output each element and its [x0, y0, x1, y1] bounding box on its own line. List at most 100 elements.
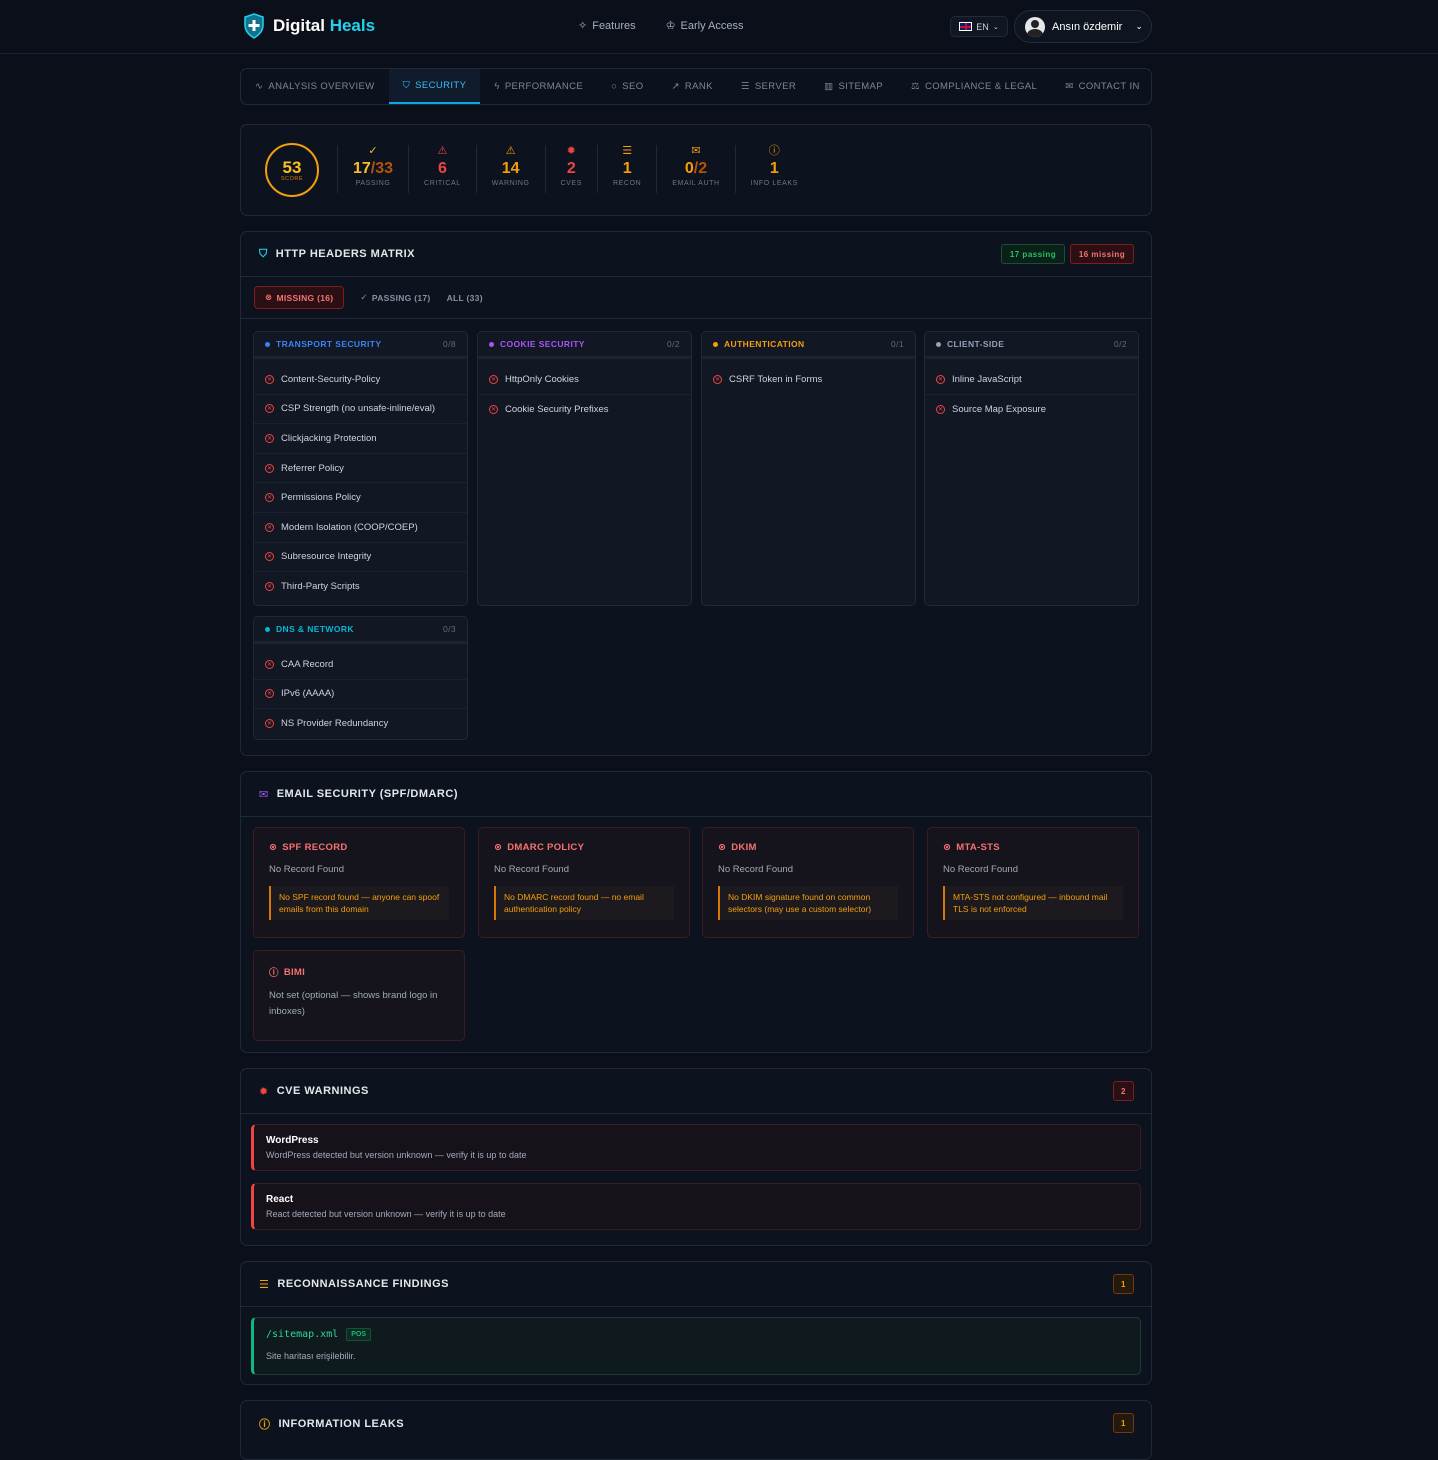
email-record-mta-sts: ⊗ MTA-STS No Record Found MTA-STS not conf… — [927, 827, 1139, 938]
x-circle-icon: ✕ — [265, 552, 274, 562]
score-ring: 53 SCORE — [265, 143, 319, 197]
tab-rank[interactable]: ↗ RANK — [658, 69, 727, 104]
header-check-item[interactable]: ✕ Third-Party Scripts — [254, 572, 467, 602]
stat-icon: ⚠ — [437, 145, 448, 157]
header-check-item[interactable]: ✕ Referrer Policy — [254, 454, 467, 484]
filter-passing[interactable]: ✓ PASSING (17) — [360, 292, 430, 303]
email-security: ✉ EMAIL SECURITY (SPF/DMARC) ⊗ SPF RECORD… — [240, 771, 1152, 1053]
header-group-dns-network: DNS & NETWORK 0/3 ✕ CAA Record ✕ IPv6 (AAAA) ✕… — [253, 616, 468, 740]
header-check-item[interactable]: ✕ Inline JavaScript — [925, 365, 1138, 395]
header-check-item[interactable]: ✕ Cookie Security Prefixes — [478, 395, 691, 425]
nav-features[interactable]: ✧ Features — [578, 19, 636, 33]
x-circle-icon: ✕ — [265, 689, 274, 699]
x-circle-icon: ✕ — [936, 404, 945, 414]
x-circle-icon: ✕ — [265, 374, 274, 384]
stat-icon: ⚠ — [505, 145, 516, 157]
http-headers-matrix: ⛉ HTTP HEADERS MATRIX 17 passing 16 miss… — [240, 231, 1152, 756]
header-check-item[interactable]: ✕ CSRF Token in Forms — [702, 365, 915, 395]
leaks-count-badge: 1 — [1113, 1413, 1134, 1433]
tab-performance[interactable]: ϟ PERFORMANCE — [480, 69, 597, 104]
x-circle-icon: ✕ — [265, 582, 274, 592]
header-check-item[interactable]: ✕ Subresource Integrity — [254, 543, 467, 573]
tab-seo[interactable]: ○ SEO — [597, 69, 657, 104]
stat-icon: ☰ — [622, 145, 633, 157]
section-header: ☰ RECONNAISSANCE FINDINGS 1 — [241, 1262, 1151, 1307]
section-tabs: ∿ ANALYSIS OVERVIEW ⛉ SECURITY ϟ PERFORMANC… — [240, 68, 1152, 105]
x-circle-icon: ✕ — [265, 719, 274, 729]
header-check-item[interactable]: ✕ NS Provider Redundancy — [254, 709, 467, 739]
email-record-dmarc-policy: ⊗ DMARC POLICY No Record Found No DMARC re… — [478, 827, 690, 938]
header-check-item[interactable]: ✕ Modern Isolation (COOP/COEP) — [254, 513, 467, 543]
email-record-spf-record: ⊗ SPF RECORD No Record Found No SPF record… — [253, 827, 465, 938]
tab-server[interactable]: ☰ SERVER — [727, 69, 810, 104]
group-header: CLIENT-SIDE 0/2 — [925, 332, 1138, 359]
info-icon: ⓘ — [259, 1418, 271, 1431]
group-header: AUTHENTICATION 0/1 — [702, 332, 915, 359]
stat-info-leaks: ⓘ 1 INFO LEAKS — [734, 145, 813, 193]
header-check-item[interactable]: ✕ HttpOnly Cookies — [478, 365, 691, 395]
x-circle-icon: ✕ — [265, 659, 274, 669]
filter-missing[interactable]: ⊗ MISSING (16) — [254, 286, 345, 309]
cve-count-badge: 2 — [1113, 1081, 1134, 1101]
tab-sitemap[interactable]: ▥ SITEMAP — [810, 69, 897, 104]
header-check-item[interactable]: ✕ CSP Strength (no unsafe-inline/eval) — [254, 395, 467, 425]
stat-icon: ✓ — [368, 145, 378, 157]
group-header: TRANSPORT SECURITY 0/8 — [254, 332, 467, 359]
sparkles-icon: ✧ — [578, 20, 588, 32]
dot-icon — [265, 341, 270, 347]
tab-contact[interactable]: ✉ CONTACT IN — [1051, 69, 1151, 104]
stat-warning: ⚠ 14 WARNING — [475, 145, 545, 193]
header-group-cookie-security: COOKIE SECURITY 0/2 ✕ HttpOnly Cookies ✕ Cook… — [477, 331, 692, 606]
header-check-item[interactable]: ✕ Content-Security-Policy — [254, 365, 467, 395]
filter-all[interactable]: ALL (33) — [447, 293, 483, 303]
top-nav: ✧ Features ♔ Early Access — [578, 19, 744, 33]
recon-path[interactable]: /sitemap.xml — [266, 1329, 338, 1340]
header-check-item[interactable]: ✕ Permissions Policy — [254, 483, 467, 513]
stat-recon: ☰ 1 RECON — [597, 145, 656, 193]
search-icon: ○ — [611, 81, 618, 92]
email-warning: No DMARC record found — no email authent… — [494, 886, 674, 920]
x-circle-icon: ✕ — [265, 463, 274, 473]
nav-early-access[interactable]: ♔ Early Access — [666, 19, 744, 33]
user-menu[interactable]: Ansın özdemir ⌄ — [1014, 10, 1152, 43]
recon-findings: ☰ RECONNAISSANCE FINDINGS 1 /sitemap.xml… — [240, 1261, 1152, 1385]
recon-count-badge: 1 — [1113, 1274, 1134, 1294]
header-check-item[interactable]: ✕ Source Map Exposure — [925, 395, 1138, 425]
email-warning: No SPF record found — anyone can spoof e… — [269, 886, 449, 920]
x-circle-icon: ⊗ — [265, 292, 273, 302]
x-circle-icon: ✕ — [265, 433, 274, 443]
header-check-item[interactable]: ✕ CAA Record — [254, 650, 467, 680]
section-header: ⛉ HTTP HEADERS MATRIX 17 passing 16 miss… — [241, 232, 1151, 277]
mail-icon: ✉ — [259, 788, 269, 801]
section-header: ✉ EMAIL SECURITY (SPF/DMARC) — [241, 772, 1151, 817]
cve-item: React React detected but version unknown… — [251, 1183, 1141, 1230]
header-group-client-side: CLIENT-SIDE 0/2 ✕ Inline JavaScript ✕ Source … — [924, 331, 1139, 606]
email-record-dkim: ⊗ DKIM No Record Found No DKIM signature f… — [702, 827, 914, 938]
filter-bar: ⊗ MISSING (16) ✓ PASSING (17) ALL (33) — [241, 277, 1151, 319]
stat-icon: ✹ — [566, 145, 576, 157]
dot-icon — [489, 341, 494, 347]
bolt-icon: ϟ — [494, 81, 500, 92]
mail-icon: ✉ — [1065, 81, 1074, 92]
group-header: DNS & NETWORK 0/3 — [254, 617, 467, 644]
avatar — [1025, 16, 1045, 37]
tab-compliance[interactable]: ⚖ COMPLIANCE & LEGAL — [897, 69, 1051, 104]
group-header: COOKIE SECURITY 0/2 — [478, 332, 691, 359]
x-circle-icon: ⊗ — [494, 842, 503, 853]
x-circle-icon: ✕ — [489, 404, 498, 414]
tab-security[interactable]: ⛉ SECURITY — [388, 69, 481, 104]
language-selector[interactable]: EN ⌄ — [950, 16, 1008, 37]
header-check-item[interactable]: ✕ Clickjacking Protection — [254, 424, 467, 454]
x-circle-icon: ✕ — [265, 404, 274, 414]
brand-logo[interactable]: Digital Heals — [243, 13, 375, 39]
missing-badge: 16 missing — [1070, 244, 1134, 264]
header-check-item[interactable]: ✕ IPv6 (AAAA) — [254, 680, 467, 710]
dot-icon — [265, 626, 270, 632]
cve-warnings: ✹ CVE WARNINGS 2 WordPress WordPress det… — [240, 1068, 1152, 1246]
brand-name: Digital Heals — [273, 16, 376, 35]
tab-analysis-overview[interactable]: ∿ ANALYSIS OVERVIEW — [241, 69, 389, 104]
check-circle-icon: ✓ — [360, 292, 368, 302]
x-circle-icon: ✕ — [713, 375, 722, 385]
top-bar: Digital Heals ✧ Features ♔ Early Access EN… — [0, 0, 1438, 54]
map-icon: ▥ — [824, 81, 834, 92]
